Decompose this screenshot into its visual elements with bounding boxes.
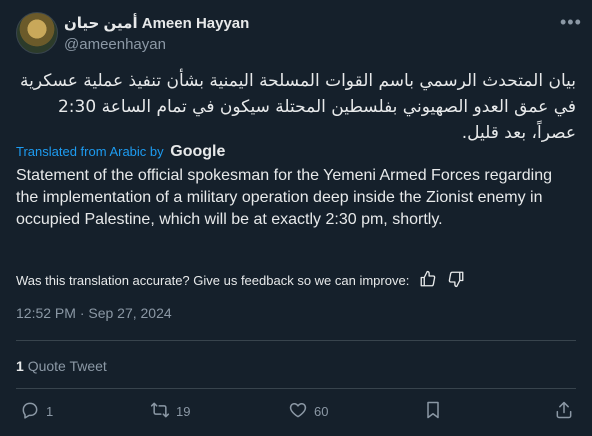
divider	[16, 340, 576, 341]
google-logo: Google	[170, 143, 226, 160]
tweet-timestamp[interactable]: 12:52 PM · Sep 27, 2024	[16, 305, 172, 321]
display-name[interactable]: أمين حيان Ameen Hayyan	[64, 14, 249, 32]
quote-label: Quote Tweet	[27, 358, 107, 374]
bookmark-button[interactable]	[423, 400, 443, 423]
quote-count: 1	[16, 358, 24, 374]
tweet-text-translated: Statement of the official spokesman for …	[16, 167, 552, 228]
like-button[interactable]: 60	[288, 400, 328, 423]
more-options-icon[interactable]: •••	[560, 12, 582, 33]
tweet-actions-bar: 1 19 60	[16, 400, 576, 428]
tweet-text-original: بيان المتحدث الرسمي باسم القوات المسلحة …	[19, 71, 576, 143]
thumbs-down-icon[interactable]	[447, 270, 465, 291]
feedback-prompt: Was this translation accurate? Give us f…	[16, 273, 410, 288]
retweet-count: 19	[176, 404, 191, 419]
share-button[interactable]	[554, 400, 574, 423]
retweet-icon	[150, 400, 170, 423]
reply-button[interactable]: 1	[20, 400, 53, 423]
translated-from-label: Translated from Arabic by	[16, 144, 164, 159]
reply-icon	[20, 400, 40, 423]
quote-tweet-count[interactable]: 1 Quote Tweet	[16, 358, 107, 374]
thumbs-up-icon[interactable]	[419, 270, 437, 291]
bookmark-icon	[423, 400, 443, 423]
heart-icon	[288, 400, 308, 423]
retweet-button[interactable]: 19	[150, 400, 190, 423]
like-count: 60	[314, 404, 329, 419]
share-icon	[554, 400, 574, 423]
user-handle[interactable]: @ameenhayan	[64, 36, 166, 53]
avatar[interactable]	[16, 12, 58, 54]
translation-attribution: Translated from Arabic by Google	[16, 143, 225, 161]
reply-count: 1	[46, 404, 54, 419]
translation-feedback: Was this translation accurate? Give us f…	[16, 270, 465, 291]
divider	[16, 388, 576, 389]
